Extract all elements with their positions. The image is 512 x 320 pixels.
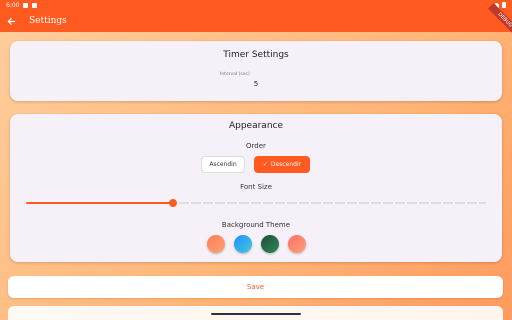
- battery-icon: [502, 2, 506, 8]
- home-indicator: [211, 313, 301, 315]
- slider-track-inactive: [179, 202, 486, 204]
- arrow-back-icon: [7, 17, 15, 25]
- back-button[interactable]: [1, 10, 21, 32]
- theme-swatch-green[interactable]: [261, 235, 279, 253]
- slider-thumb[interactable]: [169, 199, 177, 207]
- status-bar: 6:00: [0, 0, 512, 10]
- order-ascending-button[interactable]: Ascendin: [201, 156, 245, 173]
- slider-track-active: [26, 202, 173, 204]
- theme-swatches: [207, 235, 306, 253]
- theme-swatch-blue[interactable]: [234, 235, 252, 253]
- save-label: Save: [246, 283, 265, 291]
- background-theme-label: Background Theme: [221, 221, 291, 229]
- app-bar: Settings DEBUG: [0, 3, 512, 37]
- theme-swatch-peach[interactable]: [288, 235, 306, 253]
- sim-icon: [32, 2, 38, 8]
- order-descending-button[interactable]: ✓ Descendir: [254, 156, 310, 173]
- theme-swatch-orange[interactable]: [207, 235, 225, 253]
- timer-settings-card: Timer Settings Interval (sec) 5: [10, 41, 502, 101]
- interval-input[interactable]: 5: [10, 80, 502, 88]
- order-label: Order: [246, 142, 266, 150]
- interval-label: Interval (sec): [220, 72, 250, 77]
- order-descending-label: Descendir: [270, 161, 302, 168]
- check-icon: ✓: [262, 161, 268, 168]
- save-button[interactable]: Save: [8, 276, 503, 298]
- appearance-card: Appearance Order Ascendin ✓ Descendir Fo…: [10, 114, 502, 262]
- order-toggle: Ascendin ✓ Descendir: [201, 156, 310, 173]
- status-time: 6:00: [6, 1, 20, 9]
- font-size-slider[interactable]: [26, 199, 486, 207]
- page-title: Settings: [29, 16, 67, 26]
- appearance-title: Appearance: [228, 121, 284, 131]
- order-ascending-label: Ascendin: [209, 161, 237, 168]
- timer-settings-title: Timer Settings: [223, 50, 289, 60]
- font-size-label: Font Size: [240, 183, 272, 191]
- shield-icon: [23, 2, 29, 8]
